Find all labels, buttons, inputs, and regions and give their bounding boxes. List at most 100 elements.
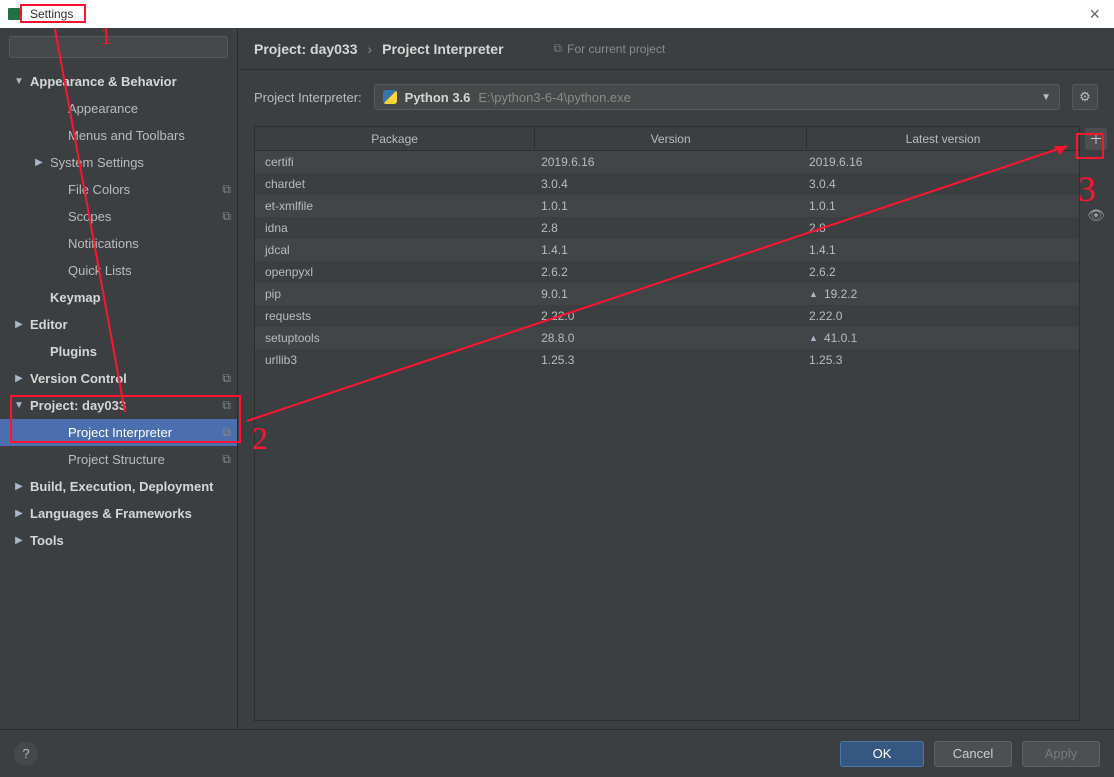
- latest-text: 2019.6.16: [809, 155, 862, 169]
- cell-latest: 3.0.4: [805, 177, 1073, 191]
- sidebar-item[interactable]: ▶Notifications: [0, 230, 237, 257]
- sidebar-item[interactable]: ▶File Colors⧉: [0, 176, 237, 203]
- table-row[interactable]: requests2.22.02.22.0: [255, 305, 1079, 327]
- sidebar-item[interactable]: ▶Menus and Toolbars: [0, 122, 237, 149]
- col-version[interactable]: Version: [535, 127, 807, 150]
- chevron-right-icon: ▶: [14, 508, 24, 519]
- interpreter-label: Project Interpreter:: [254, 90, 362, 105]
- cell-version: 2.22.0: [537, 309, 805, 323]
- cell-package: jdcal: [261, 243, 537, 257]
- package-tool-buttons: ＋ 👁: [1080, 126, 1112, 721]
- python-icon: [383, 90, 397, 104]
- apply-button[interactable]: Apply: [1022, 741, 1100, 767]
- cell-latest: 1.4.1: [805, 243, 1073, 257]
- cell-latest: 2019.6.16: [805, 155, 1073, 169]
- search-input[interactable]: [9, 36, 228, 58]
- sidebar-item-label: Keymap: [50, 290, 101, 305]
- table-row[interactable]: jdcal1.4.11.4.1: [255, 239, 1079, 261]
- sidebar-item-label: Tools: [30, 533, 64, 548]
- col-latest[interactable]: Latest version: [807, 127, 1079, 150]
- chevron-right-icon: ▶: [34, 157, 44, 168]
- upgrade-available-icon: ▲: [809, 289, 818, 299]
- latest-text: 1.0.1: [809, 199, 836, 213]
- sidebar-item[interactable]: ▼Appearance & Behavior: [0, 68, 237, 95]
- cell-latest: 1.25.3: [805, 353, 1073, 367]
- sidebar-item[interactable]: ▶Keymap: [0, 284, 237, 311]
- sidebar-item[interactable]: ▶ Version Control ⧉: [0, 365, 237, 392]
- cell-package: certifi: [261, 155, 537, 169]
- sidebar-item-label: Project Structure: [68, 452, 165, 467]
- cancel-label: Cancel: [953, 746, 993, 761]
- breadcrumb-aux: ⧉ For current project: [554, 41, 666, 56]
- scope-badge-icon: ⧉: [222, 371, 231, 386]
- sidebar-item-label: Build, Execution, Deployment: [30, 479, 213, 494]
- sidebar-item-label: Editor: [30, 317, 68, 332]
- aux-text: For current project: [567, 42, 665, 56]
- title-bar: Settings ×: [0, 0, 1114, 28]
- sidebar-item[interactable]: ▶Quick Lists: [0, 257, 237, 284]
- sidebar-item[interactable]: ▶Editor: [0, 311, 237, 338]
- scope-badge-icon: ⧉: [222, 209, 231, 224]
- sidebar-item-label: Appearance & Behavior: [30, 74, 177, 89]
- cell-package: et-xmlfile: [261, 199, 537, 213]
- apply-label: Apply: [1045, 746, 1078, 761]
- table-row[interactable]: certifi2019.6.162019.6.16: [255, 151, 1079, 173]
- help-button[interactable]: ?: [14, 742, 38, 766]
- sidebar-item[interactable]: ▶Scopes⧉: [0, 203, 237, 230]
- show-early-releases-button[interactable]: 👁: [1085, 204, 1107, 226]
- scope-badge-icon: ⧉: [222, 182, 231, 197]
- cell-package: pip: [261, 287, 537, 301]
- table-row[interactable]: pip9.0.1▲19.2.2: [255, 283, 1079, 305]
- scope-badge-icon: ⧉: [222, 452, 231, 467]
- sidebar-item[interactable]: ▶ Tools: [0, 527, 237, 554]
- cell-package: urllib3: [261, 353, 537, 367]
- breadcrumb: Project: day033 › Project Interpreter ⧉ …: [238, 28, 1114, 70]
- sidebar-item[interactable]: ▶System Settings: [0, 149, 237, 176]
- sidebar-item[interactable]: ▶Project Structure⧉: [0, 446, 237, 473]
- sidebar-item[interactable]: ▶Plugins: [0, 338, 237, 365]
- cell-latest: 2.8: [805, 221, 1073, 235]
- cell-version: 1.25.3: [537, 353, 805, 367]
- interpreter-settings-button[interactable]: ⚙: [1072, 84, 1098, 110]
- sidebar-item-label: File Colors: [68, 182, 130, 197]
- sidebar-item[interactable]: ▶ Languages & Frameworks: [0, 500, 237, 527]
- latest-text: 3.0.4: [809, 177, 836, 191]
- cell-latest: 2.6.2: [805, 265, 1073, 279]
- copy-icon: ⧉: [554, 41, 563, 56]
- cell-package: chardet: [261, 177, 537, 191]
- sidebar-item-label: Version Control: [30, 371, 127, 386]
- col-package[interactable]: Package: [255, 127, 535, 150]
- breadcrumb-page: Project Interpreter: [382, 41, 503, 57]
- cell-version: 28.8.0: [537, 331, 805, 345]
- interpreter-row: Project Interpreter: Python 3.6 E:\pytho…: [238, 70, 1114, 120]
- table-row[interactable]: setuptools28.8.0▲41.0.1: [255, 327, 1079, 349]
- latest-text: 41.0.1: [824, 331, 857, 345]
- cell-package: openpyxl: [261, 265, 537, 279]
- latest-text: 2.8: [809, 221, 826, 235]
- cell-version: 1.4.1: [537, 243, 805, 257]
- ok-button[interactable]: OK: [840, 741, 924, 767]
- sidebar-item[interactable]: ▶Appearance: [0, 95, 237, 122]
- cell-package: requests: [261, 309, 537, 323]
- sidebar-item-label: Scopes: [68, 209, 111, 224]
- sidebar-item-label: Languages & Frameworks: [30, 506, 192, 521]
- table-row[interactable]: et-xmlfile1.0.11.0.1: [255, 195, 1079, 217]
- settings-sidebar: 🔍 ▼Appearance & Behavior▶Appearance▶Menu…: [0, 28, 238, 729]
- packages-table: Package Version Latest version certifi 20…: [254, 126, 1080, 721]
- interpreter-select[interactable]: Python 3.6 E:\python3-6-4\python.exe ▼: [374, 84, 1060, 110]
- cancel-button[interactable]: Cancel: [934, 741, 1012, 767]
- cell-version: 3.0.4: [537, 177, 805, 191]
- sidebar-item-label: Appearance: [68, 101, 138, 116]
- table-row[interactable]: openpyxl2.6.22.6.2: [255, 261, 1079, 283]
- main-area: 🔍 ▼Appearance & Behavior▶Appearance▶Menu…: [0, 28, 1114, 729]
- chevron-right-icon: ▶: [14, 373, 24, 384]
- cell-package: setuptools: [261, 331, 537, 345]
- close-icon[interactable]: ×: [1083, 5, 1106, 23]
- table-row[interactable]: chardet3.0.43.0.4: [255, 173, 1079, 195]
- latest-text: 2.6.2: [809, 265, 836, 279]
- sidebar-item[interactable]: ▶Build, Execution, Deployment: [0, 473, 237, 500]
- table-row[interactable]: idna2.82.8: [255, 217, 1079, 239]
- table-row[interactable]: urllib31.25.31.25.3: [255, 349, 1079, 371]
- chevron-right-icon: ▶: [14, 535, 24, 546]
- latest-text: 1.4.1: [809, 243, 836, 257]
